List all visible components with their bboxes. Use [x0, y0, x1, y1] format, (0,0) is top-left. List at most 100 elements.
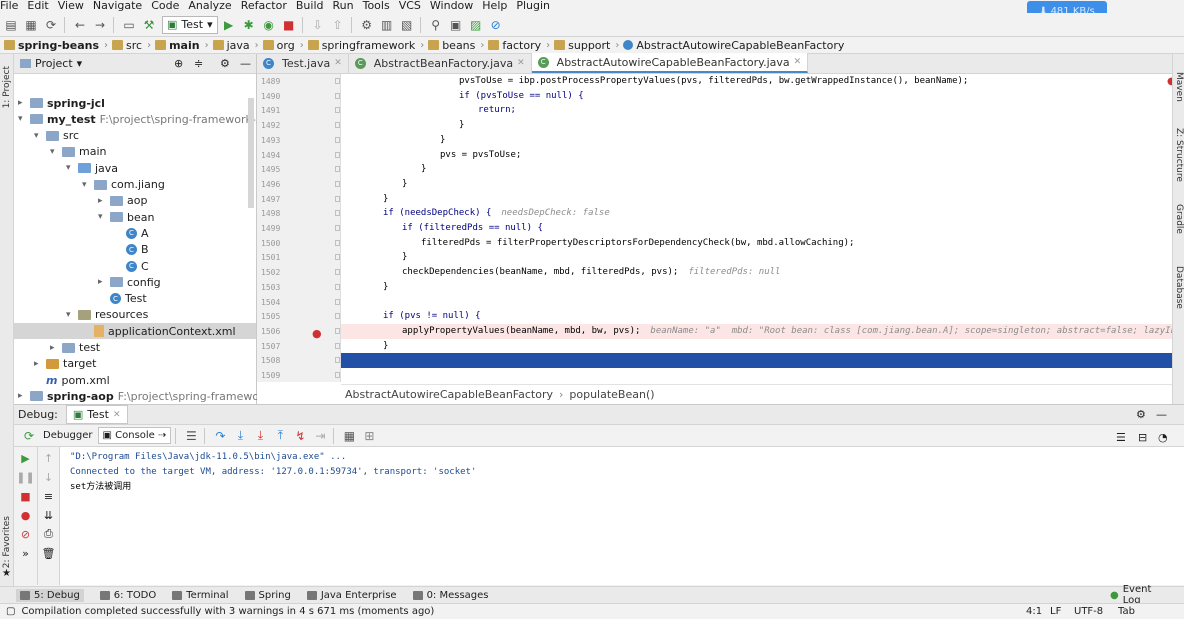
tree-item-java[interactable]: ▾ java — [66, 160, 118, 176]
expanded-arrow-icon[interactable]: ▾ — [66, 310, 78, 320]
gear-icon[interactable]: ⚙ — [220, 57, 230, 70]
coverage-icon[interactable]: ◉ — [260, 16, 278, 34]
print-icon[interactable]: ⎙ — [41, 526, 57, 542]
sdk-icon[interactable]: ▧ — [398, 16, 416, 34]
rerun-icon[interactable]: ⟳ — [20, 427, 38, 445]
step-over-icon[interactable]: ↷ — [211, 427, 229, 445]
fold-marker-icon[interactable] — [335, 313, 340, 320]
menu-run[interactable]: Run — [333, 0, 354, 12]
file-encoding[interactable]: UTF-8 — [1074, 606, 1103, 617]
bottom-tab-java-enterprise[interactable]: Java Enterprise — [306, 590, 397, 601]
console-output[interactable]: "D:\Program Files\Java\jdk-11.0.5\bin\ja… — [60, 447, 1184, 585]
build-hammer-icon[interactable]: ⚒ — [140, 16, 158, 34]
forward-icon[interactable]: → — [91, 16, 109, 34]
code-line[interactable]: } — [341, 339, 1172, 354]
expanded-arrow-icon[interactable]: ▾ — [66, 163, 78, 173]
back-icon[interactable]: ← — [71, 16, 89, 34]
tree-item-config[interactable]: ▸ config — [98, 274, 161, 290]
code-area[interactable]: pvsToUse = ibp.postProcessPropertyValues… — [341, 74, 1172, 382]
structure-tool-tab[interactable]: Z: Structure — [1174, 128, 1184, 182]
menu-tools[interactable]: Tools — [363, 0, 390, 12]
editor-tab[interactable]: C Test.java ✕ — [257, 53, 349, 73]
menu-view[interactable]: View — [58, 0, 84, 12]
tree-item-test[interactable]: ▸ test — [50, 340, 100, 356]
minimize-icon[interactable]: — — [240, 57, 251, 70]
fold-marker-icon[interactable] — [335, 136, 340, 143]
tasks-icon[interactable]: ▣ — [447, 16, 465, 34]
fold-marker-icon[interactable] — [335, 342, 340, 349]
debugger-subtab[interactable]: Debugger — [38, 427, 98, 444]
run-to-cursor-icon[interactable]: ⇥ — [311, 427, 329, 445]
fold-marker-icon[interactable] — [335, 107, 340, 114]
code-line[interactable]: if (filteredPds == null) { — [341, 221, 1172, 236]
fold-marker-icon[interactable] — [335, 225, 340, 231]
menu-file[interactable]: File — [0, 0, 18, 12]
code-line[interactable]: checkDependencies(beanName, mbd, filtere… — [341, 265, 1172, 280]
nav-crumb[interactable]: beans › — [428, 39, 484, 52]
line-separator[interactable]: LF — [1050, 606, 1061, 617]
drop-frame-icon[interactable]: ↯ — [291, 427, 309, 445]
resume-icon[interactable]: ▶ — [18, 450, 34, 466]
expanded-arrow-icon[interactable]: ▾ — [50, 147, 62, 157]
expanded-arrow-icon[interactable]: ▾ — [34, 131, 46, 141]
breadcrumb-method[interactable]: populateBean() — [569, 388, 654, 401]
project-view-select[interactable]: Project — [35, 57, 73, 70]
bottom-tab-terminal[interactable]: Terminal — [172, 590, 229, 601]
fold-marker-icon[interactable] — [335, 195, 340, 202]
scroll-down-icon[interactable]: ↓ — [41, 469, 57, 485]
editor-tab[interactable]: C AbstractBeanFactory.java ✕ — [349, 53, 532, 73]
code-line[interactable]: if (needsDepCheck) {needsDepCheck: false — [341, 206, 1172, 221]
locate-icon[interactable]: ⊕ — [174, 57, 183, 70]
chevron-down-icon[interactable]: ▾ — [77, 57, 83, 70]
close-icon[interactable]: ✕ — [517, 58, 525, 68]
trash-icon[interactable]: 🗑 — [41, 545, 57, 561]
project-structure-icon[interactable]: ▭ — [120, 16, 138, 34]
console-subtab[interactable]: ▣ Console ⇢ — [97, 427, 172, 444]
step-out-icon[interactable]: ⤒ — [271, 427, 289, 445]
expanded-arrow-icon[interactable]: ▾ — [18, 114, 30, 124]
tree-item-spring-jcl[interactable]: ▸ spring-jcl — [18, 95, 105, 111]
menu-code[interactable]: Code — [151, 0, 179, 12]
code-line[interactable]: return; — [341, 103, 1172, 118]
collapsed-arrow-icon[interactable]: ▸ — [18, 98, 30, 108]
bottom-tab-5-debug[interactable]: 5: Debug — [16, 588, 84, 602]
run-config-select[interactable]: ▣ Test ▾ — [162, 15, 218, 34]
code-line[interactable]: } — [341, 192, 1172, 207]
tree-item-a[interactable]: CA — [114, 225, 149, 241]
fold-marker-icon[interactable] — [335, 122, 340, 129]
evaluate-icon[interactable]: ▦ — [340, 427, 358, 445]
tree-item-resources[interactable]: ▾ resources — [66, 307, 148, 323]
minimize-icon[interactable]: — — [1156, 408, 1167, 421]
fold-marker-icon[interactable] — [335, 372, 340, 378]
fold-marker-icon[interactable] — [335, 151, 340, 158]
menu-build[interactable]: Build — [296, 0, 324, 12]
fold-marker-icon[interactable] — [335, 180, 340, 187]
nav-crumb[interactable]: AbstractAutowireCapableBeanFactory — [623, 39, 844, 52]
soft-wrap-icon[interactable]: ≡ — [41, 488, 57, 504]
bottom-tab-0-messages[interactable]: 0: Messages — [412, 590, 489, 601]
close-icon[interactable]: ✕ — [334, 58, 342, 68]
collapsed-arrow-icon[interactable]: ▸ — [50, 343, 62, 353]
breakpoint-icon[interactable]: ● — [312, 327, 322, 340]
database-tool-tab[interactable]: Database — [1174, 266, 1184, 309]
tree-item-test[interactable]: C Test — [98, 291, 147, 307]
fold-marker-icon[interactable] — [335, 92, 340, 99]
gradle-tool-tab[interactable]: Gradle — [1174, 204, 1184, 234]
mute-breakpoints-icon[interactable]: ⊘ — [18, 526, 34, 542]
collapsed-arrow-icon[interactable]: ▸ — [98, 196, 110, 206]
tree-item-main[interactable]: ▾ main — [50, 144, 106, 160]
menu-refactor[interactable]: Refactor — [241, 0, 287, 12]
nav-crumb[interactable]: spring-beans › — [4, 39, 108, 52]
fold-marker-icon[interactable] — [335, 210, 340, 217]
restore-layout-icon[interactable]: ⊟ — [1138, 431, 1147, 444]
expanded-arrow-icon[interactable]: ▾ — [98, 212, 110, 222]
step-into-icon[interactable]: ⤓ — [231, 427, 249, 445]
code-line[interactable]: } — [341, 250, 1172, 265]
code-line[interactable]: pvs = pvsToUse; — [341, 148, 1172, 163]
expanded-arrow-icon[interactable]: ▾ — [82, 180, 94, 190]
code-line[interactable]: } — [341, 280, 1172, 295]
nav-crumb[interactable]: src › — [112, 39, 151, 52]
maven-tool-tab[interactable]: Maven — [1174, 72, 1184, 102]
search-icon[interactable]: ⚲ — [427, 16, 445, 34]
close-icon[interactable]: ✕ — [794, 57, 802, 67]
